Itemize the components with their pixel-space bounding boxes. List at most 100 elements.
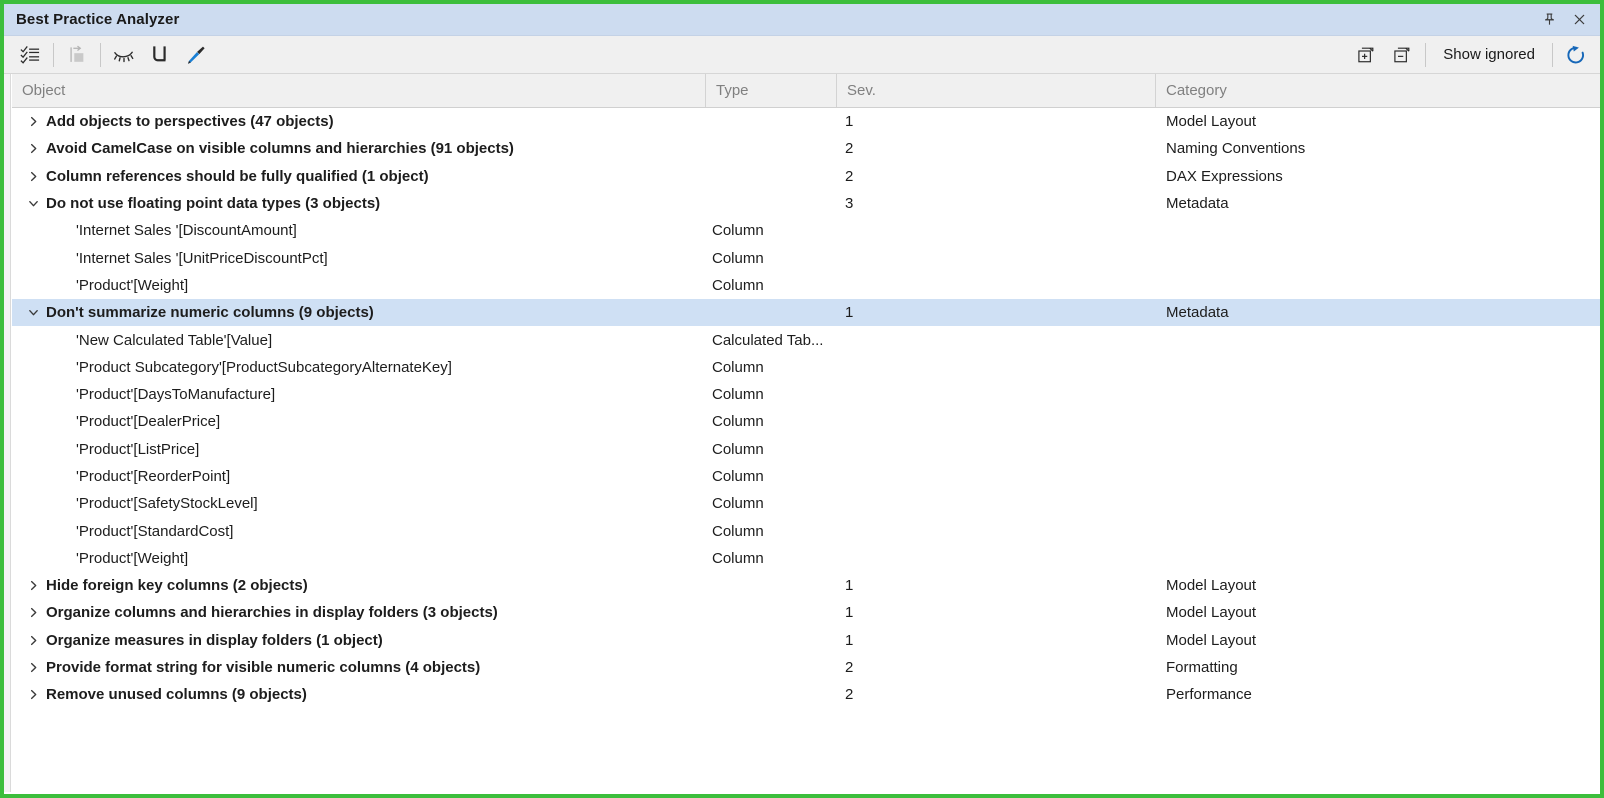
object-label: Remove unused columns (9 objects) bbox=[46, 686, 307, 703]
row-indent bbox=[12, 517, 76, 544]
cell-severity: 3 bbox=[837, 190, 1156, 217]
cell-severity bbox=[837, 381, 1156, 408]
chevron-right-icon[interactable] bbox=[20, 163, 46, 190]
row-indent bbox=[12, 408, 76, 435]
column-header-category[interactable]: Category bbox=[1156, 74, 1600, 107]
collapse-all-icon[interactable] bbox=[1384, 39, 1420, 71]
refresh-icon[interactable] bbox=[1558, 39, 1594, 71]
toolbar-separator-2 bbox=[100, 43, 101, 67]
cell-object: Provide format string for visible numeri… bbox=[12, 654, 706, 681]
cell-type bbox=[706, 163, 837, 190]
chevron-down-icon[interactable] bbox=[20, 190, 46, 217]
chevron-down-icon[interactable] bbox=[20, 299, 46, 326]
cell-category: Performance bbox=[1156, 681, 1600, 708]
object-row[interactable]: 'Internet Sales '[DiscountAmount]Column bbox=[12, 217, 1600, 244]
object-row[interactable]: 'Product'[ReorderPoint] Column bbox=[12, 463, 1600, 490]
rule-group-row[interactable]: Remove unused columns (9 objects)2Perfor… bbox=[12, 681, 1600, 708]
cell-type bbox=[706, 627, 837, 654]
rule-group-row[interactable]: Don't summarize numeric columns (9 objec… bbox=[12, 299, 1600, 326]
rule-group-row[interactable]: Hide foreign key columns (2 objects)1Mod… bbox=[12, 572, 1600, 599]
show-ignored-button[interactable]: Show ignored bbox=[1431, 46, 1547, 63]
rule-group-row[interactable]: Column references should be fully qualif… bbox=[12, 163, 1600, 190]
object-label: 'Product'[ReorderPoint] bbox=[76, 468, 230, 485]
object-label: Avoid CamelCase on visible columns and h… bbox=[46, 140, 514, 157]
object-row[interactable]: 'Product'[ListPrice]Column bbox=[12, 436, 1600, 463]
cell-object: Avoid CamelCase on visible columns and h… bbox=[12, 135, 706, 162]
toolbar-separator-4 bbox=[1552, 43, 1553, 67]
row-indent bbox=[12, 272, 76, 299]
cell-type bbox=[706, 654, 837, 681]
chevron-right-icon[interactable] bbox=[20, 572, 46, 599]
column-header-type[interactable]: Type bbox=[706, 74, 837, 107]
pushpin-icon[interactable] bbox=[1534, 7, 1564, 33]
object-row[interactable]: 'Product'[Weight]Column bbox=[12, 545, 1600, 572]
rule-group-row[interactable]: Do not use floating point data types (3 … bbox=[12, 190, 1600, 217]
cell-severity bbox=[837, 517, 1156, 544]
row-indent bbox=[12, 490, 76, 517]
rule-group-row[interactable]: Organize columns and hierarchies in disp… bbox=[12, 599, 1600, 626]
cell-severity: 1 bbox=[837, 108, 1156, 135]
cell-type bbox=[706, 681, 837, 708]
cell-type: Column bbox=[706, 545, 837, 572]
object-row[interactable]: 'Internet Sales '[UnitPriceDiscountPct] C… bbox=[12, 244, 1600, 271]
cell-object: 'Product'[DaysToManufacture] bbox=[12, 381, 706, 408]
object-label: 'Internet Sales '[UnitPriceDiscountPct] bbox=[76, 250, 328, 267]
cell-type: Column bbox=[706, 517, 837, 544]
chevron-right-icon[interactable] bbox=[20, 599, 46, 626]
object-row[interactable]: 'Product'[DealerPrice]Column bbox=[12, 408, 1600, 435]
cell-severity: 1 bbox=[837, 299, 1156, 326]
object-label: Organize measures in display folders (1 … bbox=[46, 632, 383, 649]
window-titlebar: Best Practice Analyzer bbox=[4, 4, 1600, 36]
export-icon[interactable] bbox=[59, 39, 95, 71]
object-label: 'Product Subcategory'[ProductSubcategory… bbox=[76, 359, 452, 376]
column-header-object[interactable]: Object bbox=[12, 74, 706, 107]
rule-group-row[interactable]: Add objects to perspectives (47 objects)… bbox=[12, 108, 1600, 135]
object-row[interactable]: 'Product'[SafetyStockLevel]Column bbox=[12, 490, 1600, 517]
chevron-right-icon[interactable] bbox=[20, 135, 46, 162]
object-label: 'Product'[SafetyStockLevel] bbox=[76, 495, 258, 512]
row-indent bbox=[12, 436, 76, 463]
grid-left-gutter[interactable] bbox=[4, 74, 11, 792]
object-row[interactable]: 'Product Subcategory'[ProductSubcategory… bbox=[12, 354, 1600, 381]
column-header-sev[interactable]: Sev. bbox=[837, 74, 1156, 107]
close-icon[interactable] bbox=[1564, 7, 1594, 33]
object-row[interactable]: 'New Calculated Table'[Value]Calculated … bbox=[12, 326, 1600, 353]
cell-severity bbox=[837, 354, 1156, 381]
cell-type: Calculated Tab... bbox=[706, 326, 837, 353]
select-all-icon[interactable] bbox=[12, 39, 48, 71]
object-row[interactable]: 'Product'[StandardCost] Column bbox=[12, 517, 1600, 544]
cell-category: Metadata bbox=[1156, 190, 1600, 217]
rule-group-row[interactable]: Avoid CamelCase on visible columns and h… bbox=[12, 135, 1600, 162]
cell-severity bbox=[837, 326, 1156, 353]
goto-object-icon[interactable] bbox=[142, 39, 178, 71]
object-row[interactable]: 'Product'[DaysToManufacture]Column bbox=[12, 381, 1600, 408]
chevron-right-icon[interactable] bbox=[20, 627, 46, 654]
chevron-right-icon[interactable] bbox=[20, 654, 46, 681]
object-label: 'Product'[ListPrice] bbox=[76, 441, 199, 458]
cell-type bbox=[706, 135, 837, 162]
cell-severity bbox=[837, 436, 1156, 463]
cell-object: 'Product'[Weight] bbox=[12, 272, 706, 299]
cell-type bbox=[706, 190, 837, 217]
object-row[interactable]: 'Product'[Weight]Column bbox=[12, 272, 1600, 299]
cell-type: Column bbox=[706, 463, 837, 490]
ignore-rule-icon[interactable] bbox=[106, 39, 142, 71]
object-label: Hide foreign key columns (2 objects) bbox=[46, 577, 308, 594]
cell-object: 'New Calculated Table'[Value] bbox=[12, 326, 706, 353]
object-label: 'Product'[DaysToManufacture] bbox=[76, 386, 275, 403]
cell-category: Metadata bbox=[1156, 299, 1600, 326]
object-label: 'Product'[DealerPrice] bbox=[76, 413, 220, 430]
fix-icon[interactable] bbox=[178, 39, 214, 71]
expand-all-icon[interactable] bbox=[1348, 39, 1384, 71]
row-indent bbox=[12, 354, 76, 381]
rule-group-row[interactable]: Provide format string for visible numeri… bbox=[12, 654, 1600, 681]
chevron-right-icon[interactable] bbox=[20, 681, 46, 708]
cell-category: Model Layout bbox=[1156, 572, 1600, 599]
object-label: 'Product'[StandardCost] bbox=[76, 523, 233, 540]
cell-type: Column bbox=[706, 244, 837, 271]
cell-object: Do not use floating point data types (3 … bbox=[12, 190, 706, 217]
chevron-right-icon[interactable] bbox=[20, 108, 46, 135]
cell-category bbox=[1156, 381, 1600, 408]
cell-severity bbox=[837, 463, 1156, 490]
rule-group-row[interactable]: Organize measures in display folders (1 … bbox=[12, 627, 1600, 654]
